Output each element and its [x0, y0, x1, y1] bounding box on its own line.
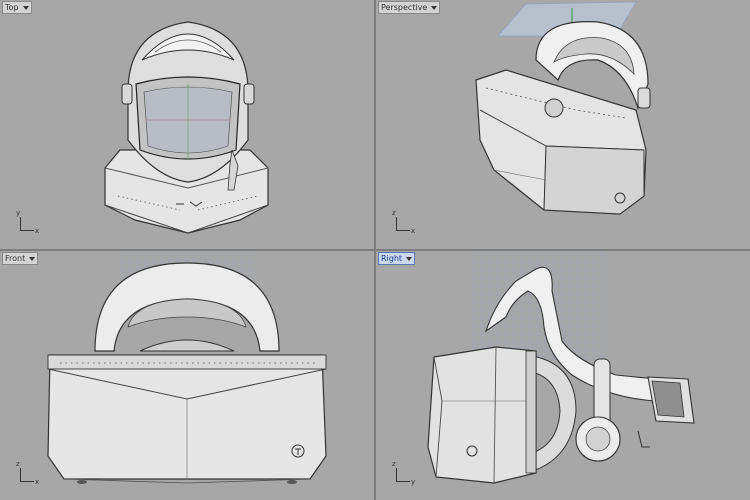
chevron-down-icon[interactable]: [431, 5, 438, 10]
viewport-top[interactable]: Top y x: [0, 0, 374, 249]
axis-indicator: y x: [16, 209, 40, 235]
chevron-down-icon[interactable]: [22, 5, 29, 10]
axis-indicator: z y: [392, 460, 416, 486]
viewport-tab-label: Front: [5, 254, 26, 263]
viewport-tab-perspective[interactable]: Perspective: [378, 1, 441, 14]
chevron-down-icon[interactable]: [29, 256, 36, 261]
headset-side-view: [427, 251, 695, 484]
chevron-down-icon[interactable]: [406, 256, 413, 261]
axis-indicator: z x: [392, 209, 416, 235]
viewport-tab-label: Right: [381, 254, 403, 263]
headset-top-view: [104, 21, 269, 234]
viewport-grid: Top y x Perspective z x Front z x Right …: [0, 0, 750, 500]
headset-perspective-view: [475, 1, 651, 215]
viewport-tab-label: Top: [5, 3, 19, 12]
viewport-right[interactable]: Right z y: [376, 251, 750, 500]
viewport-perspective[interactable]: Perspective z x: [376, 0, 750, 249]
viewport-tab-front[interactable]: Front: [2, 252, 39, 265]
viewport-tab-label: Perspective: [381, 3, 428, 12]
viewport-splitter-horizontal[interactable]: [0, 249, 750, 251]
viewport-tab-top[interactable]: Top: [2, 1, 32, 14]
viewport-front[interactable]: Front z x: [0, 251, 374, 500]
headset-front-view: [47, 251, 327, 484]
construction-grid: [470, 251, 606, 361]
axis-indicator: z x: [16, 460, 40, 486]
viewport-tab-right[interactable]: Right: [378, 252, 416, 265]
